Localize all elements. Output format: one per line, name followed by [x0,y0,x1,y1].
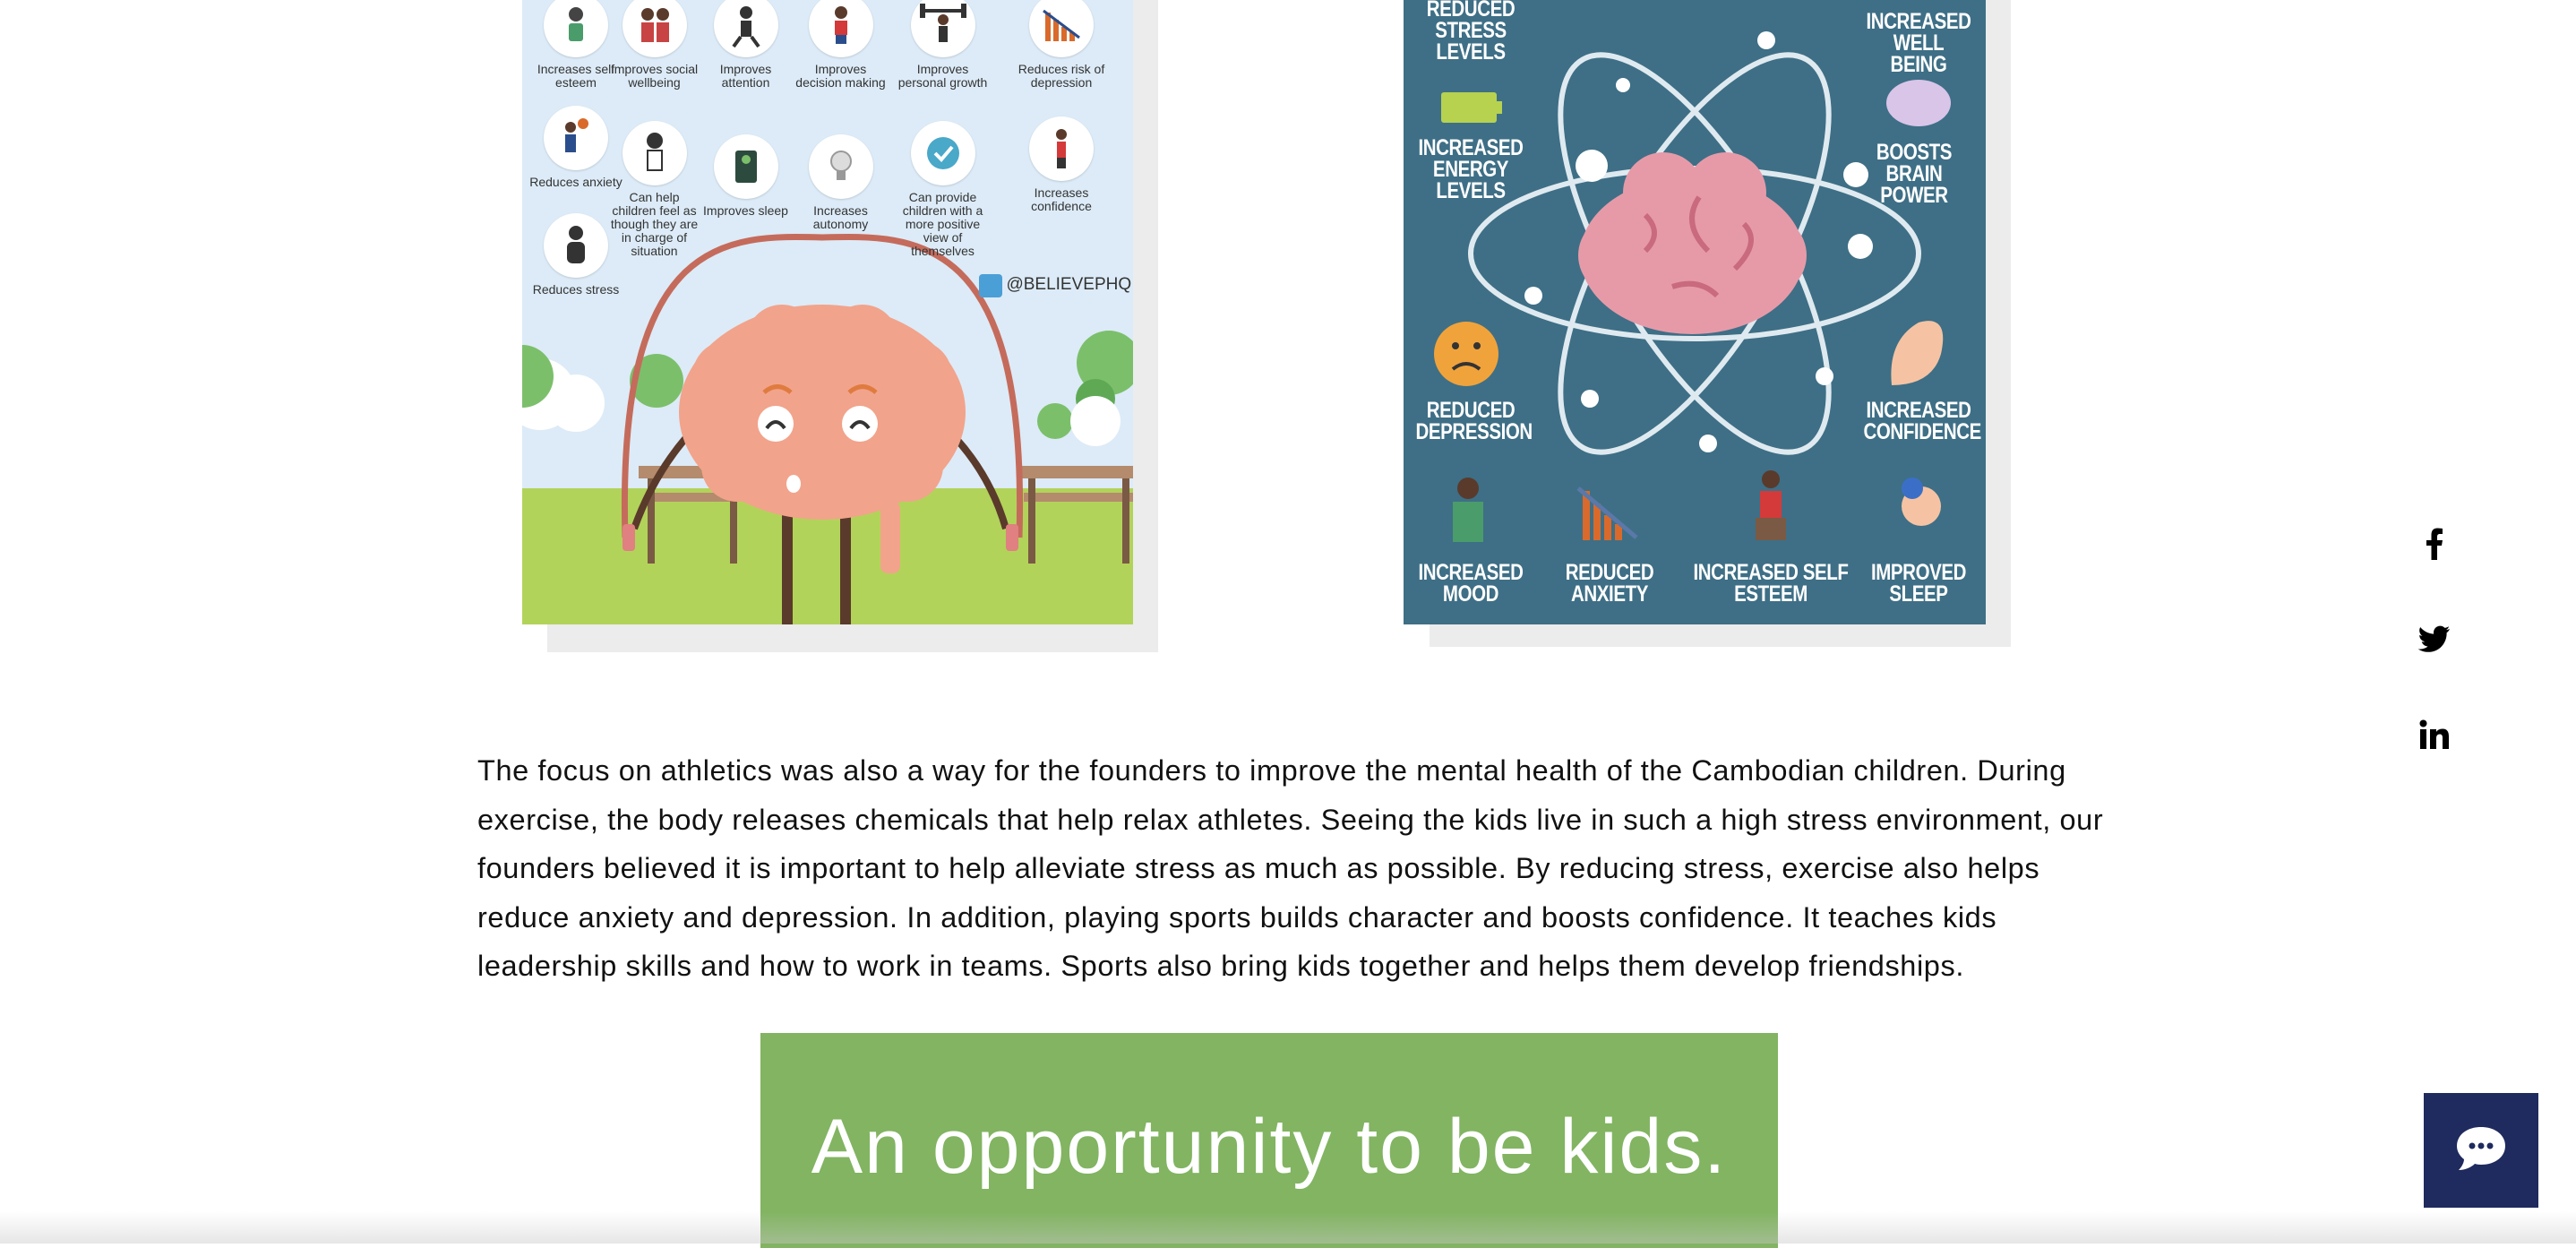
benefit-label: Improves social wellbeing [610,62,699,90]
label-improved-sleep: IMPROVED SLEEP [1870,560,1967,607]
people-together-icon [622,0,687,57]
label-reduced-stress-levels: REDUCED STRESS LEVELS [1426,0,1516,65]
benefit-increases-confidence: Increases confidence [1008,116,1115,213]
benefit-improves-social-wellbeing: Improves social wellbeing [607,0,701,90]
weightlifter-icon [910,0,975,57]
benefit-label: Improves sleep [703,203,788,218]
handle-text: @BELIEVEPHQ [1006,275,1132,295]
facebook-share-button[interactable] [2418,526,2451,562]
benefit-improves-attention: Improves attention [699,0,793,90]
benefit-reduces-risk-of-depression: Reduces risk of depression [1008,0,1115,90]
runner-icon [713,0,778,57]
label-reduced-depression: REDUCED DEPRESSION [1415,398,1533,444]
atom-brain-graphic [1434,31,1951,542]
person-exercising-icon [544,0,608,57]
label-increased-energy-levels: INCREASED ENERGY LEVELS [1418,135,1524,203]
benefit-improves-decision-making: Improves decision making [794,0,888,90]
basketball-player-icon [544,106,608,170]
label-increased-self-esteem: INCREASED SELF ESTEEM [1693,560,1849,607]
twitter-share-button[interactable] [2418,621,2451,657]
banner-heading: An opportunity to be kids. [811,1104,1728,1190]
relaxed-person-icon [544,213,608,278]
chat-bubble-icon [2457,1127,2505,1170]
label-increased-mood: INCREASED MOOD [1418,560,1524,607]
soccer-player-icon [808,0,873,57]
benefit-label: Reduces stress [532,282,620,297]
declining-chart-icon [1029,0,1094,57]
left-infographic: Increases self esteem Improves social we… [522,0,1133,624]
label-boosts-brain-power: BOOSTS BRAIN POWER [1876,140,1953,208]
label-reduced-anxiety: REDUCED ANXIETY [1565,560,1654,607]
facebook-icon [2426,528,2443,560]
benefit-reduces-stress: Reduces stress [522,213,630,297]
twitter-handle: @BELIEVEPHQ [979,274,1131,297]
article-paragraph: The focus on athletics was also a way fo… [477,754,2104,982]
benefit-increases-autonomy: Increases autonomy [794,134,888,231]
benefit-improves-personal-growth: Improves personal growth [896,0,990,90]
twitter-bird-icon [979,274,1002,297]
park-scene [522,233,1133,624]
benefit-label: Improves personal growth [897,62,988,90]
benefit-label: Can provide children with a more positiv… [902,190,983,258]
label-increased-confidence: INCREASED CONFIDENCE [1863,398,1982,444]
benefit-label: Increases autonomy [812,203,869,231]
linkedin-share-button[interactable] [2418,717,2451,753]
child-icon [622,121,687,185]
brain-icon [1578,152,1807,334]
label-increased-well-being: INCREASED WELL BEING [1866,9,1971,77]
linkedin-icon [2419,719,2449,749]
benefit-label: Increases confidence [1031,185,1092,213]
benefit-label: Improves attention [719,62,772,90]
benefit-positive-view: Can provide children with a more positiv… [896,121,990,258]
benefit-label: Reduces risk of depression [1018,62,1105,90]
confident-person-icon [1029,116,1094,181]
sleeping-icon [713,134,778,199]
benefit-label: Improves decision making [795,62,886,90]
twitter-icon [2418,625,2450,652]
lightbulb-icon [808,134,873,199]
chat-widget-button[interactable] [2424,1093,2538,1208]
benefit-improves-sleep: Improves sleep [699,134,793,218]
opportunity-banner: An opportunity to be kids. [760,1033,1778,1248]
checkmark-icon [910,121,975,185]
right-infographic: REDUCED STRESS LEVELS INCREASED WELL BEI… [1404,0,1986,624]
